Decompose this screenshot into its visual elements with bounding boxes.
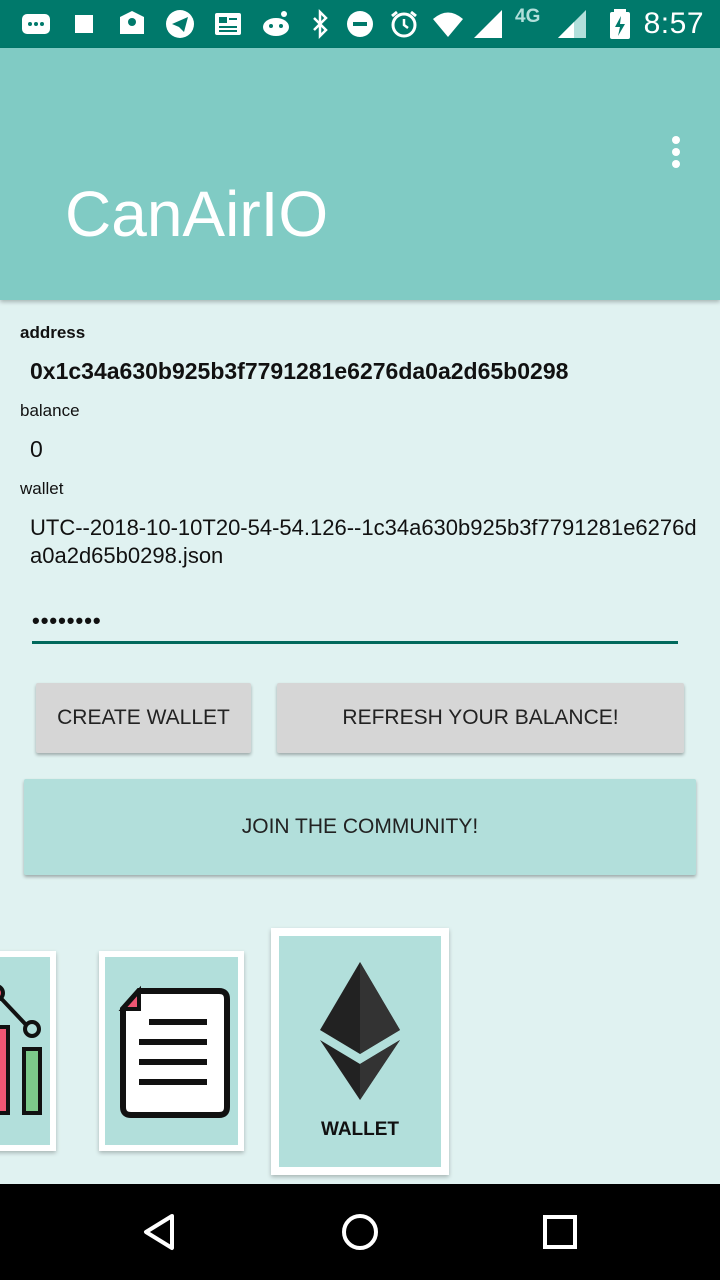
recents-icon[interactable] (536, 1208, 584, 1256)
square-icon (68, 8, 100, 40)
document-card[interactable] (99, 951, 244, 1151)
messaging-icon (20, 8, 52, 40)
home-icon[interactable] (336, 1208, 384, 1256)
back-icon[interactable] (136, 1208, 184, 1256)
address-label: address (20, 323, 86, 342)
balance-value: 0 (30, 436, 43, 462)
network-type: 4G (515, 6, 541, 27)
telegram-icon (164, 8, 196, 40)
balance-label: balance (20, 401, 80, 420)
address-value: 0x1c34a630b925b3f7791281e6276da0a2d65b02… (30, 358, 569, 384)
do-not-disturb-icon (344, 8, 376, 40)
battery-icon (604, 8, 636, 40)
news-icon (212, 8, 244, 40)
status-bar: 4G 8:57 (0, 0, 720, 48)
clock: 8:57 (643, 7, 704, 40)
join-community-button[interactable]: JOIN THE COMMUNITY! (24, 779, 696, 875)
wallet-card[interactable]: WALLET (271, 928, 449, 1175)
wallet-filename: UTC--2018-10-10T20-54-54.126--1c34a630b9… (30, 515, 697, 568)
signal-icon-2 (556, 8, 588, 40)
app-title: CanAirIO (65, 178, 329, 250)
alarm-icon (388, 8, 420, 40)
refresh-balance-button[interactable]: REFRESH YOUR BALANCE! (277, 683, 684, 753)
stats-card[interactable] (0, 951, 56, 1151)
document-icon (105, 957, 238, 1145)
reddit-icon (260, 8, 292, 40)
chart-icon (0, 957, 50, 1145)
wallet-card-label: WALLET (320, 1119, 400, 1140)
vpn-icon (116, 8, 148, 40)
password-field[interactable] (32, 600, 678, 644)
wifi-icon (432, 8, 464, 40)
create-wallet-button[interactable]: CREATE WALLET (36, 683, 251, 753)
app-bar: CanAirIO (0, 48, 720, 300)
signal-icon (472, 8, 504, 40)
wallet-label: wallet (20, 479, 64, 498)
overflow-menu-icon[interactable] (660, 128, 692, 176)
navigation-bar (0, 1184, 720, 1280)
bluetooth-icon (304, 8, 336, 40)
